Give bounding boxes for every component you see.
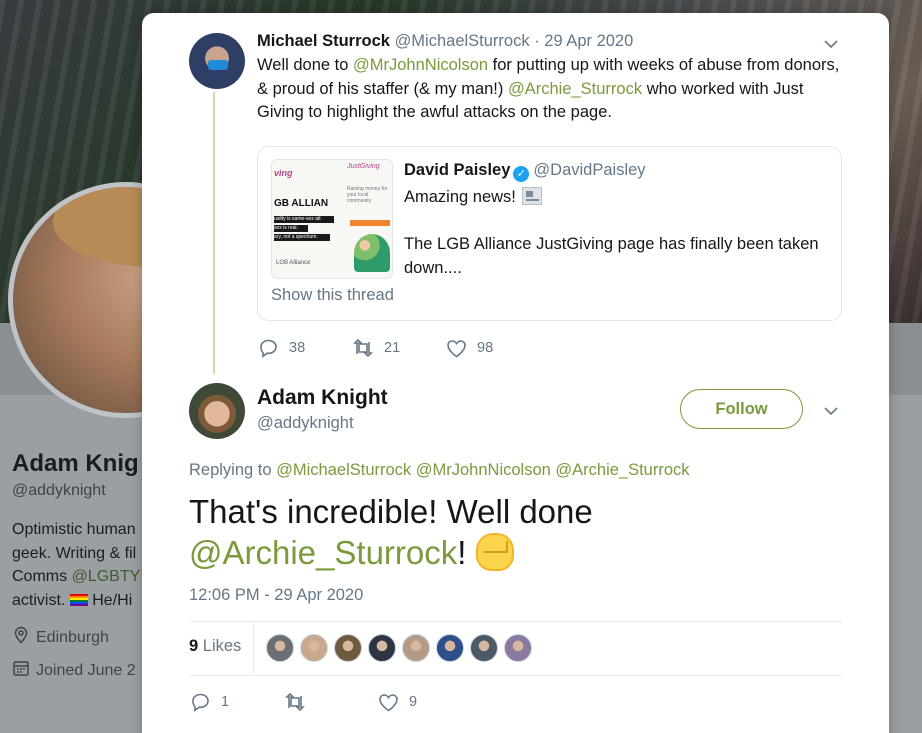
- likes-count: 9: [189, 637, 199, 655]
- quoted-tweet-image[interactable]: ving JustGiving Raising money for your l…: [271, 159, 393, 279]
- likes-label: Likes: [198, 637, 242, 655]
- likes-summary[interactable]: 9 Likes: [189, 637, 241, 656]
- meta-separator: ·: [529, 32, 545, 50]
- image-logo-text: ving: [274, 168, 293, 178]
- reply-author-handle[interactable]: @addyknight: [257, 414, 354, 433]
- newspaper-icon: [521, 187, 542, 205]
- rainbow-flag-icon: [69, 593, 88, 606]
- image-brand-text: GB ALLIAN: [274, 198, 329, 209]
- profile-bio: Optimistic human geek. Writing & fil Com…: [12, 518, 152, 612]
- liker-avatar[interactable]: [334, 634, 362, 662]
- reply-text-part: !: [457, 534, 467, 571]
- liker-avatar[interactable]: [402, 634, 430, 662]
- liker-avatar[interactable]: [368, 634, 396, 662]
- joined-text: Joined June 2: [36, 661, 136, 679]
- original-tweet-actions: 38 21 98: [258, 338, 493, 358]
- divider: [189, 621, 842, 622]
- reply-icon: [258, 338, 279, 358]
- raised-fist-emoji-icon: [476, 533, 515, 571]
- reply-text-part: That's incredible! Well done: [189, 493, 593, 530]
- image-footer: LGB Alliance: [276, 260, 311, 266]
- image-caption: Raising money for your local community: [347, 186, 388, 204]
- retweet-button[interactable]: 21: [352, 339, 446, 357]
- text-part: Well done to: [257, 56, 354, 74]
- reply-icon: [190, 692, 211, 712]
- image-bar-text: uality is same-sex att: [274, 216, 334, 223]
- original-tweet-text: Well done to @MrJohnNicolson for putting…: [257, 54, 847, 125]
- retweet-count: 21: [384, 340, 401, 356]
- bio-line: activist. He/Hi: [12, 589, 152, 613]
- original-author-name[interactable]: Michael Sturrock: [257, 32, 390, 50]
- heart-icon: [378, 693, 399, 712]
- quoted-text: Amazing news!: [404, 188, 516, 206]
- profile-handle: @addyknight: [12, 482, 106, 499]
- reply-tweet-actions: 1 9: [190, 692, 417, 712]
- quoted-author-name[interactable]: David Paisley: [404, 161, 510, 179]
- reply-tweet-text: That's incredible! Well done @Archie_Stu…: [189, 491, 709, 573]
- michael-avatar[interactable]: [189, 33, 245, 89]
- bio-line: geek. Writing & fil: [12, 544, 137, 562]
- image-illustration: [354, 234, 390, 272]
- thread-connector: [213, 92, 215, 374]
- image-bar-text: ary, not a spectrum.: [274, 234, 330, 241]
- liker-avatar[interactable]: [470, 634, 498, 662]
- quoted-text-line: Amazing news!: [404, 187, 542, 207]
- mention-link[interactable]: @Archie_Sturrock: [189, 534, 457, 571]
- reply-count: 38: [289, 340, 306, 356]
- image-orange-bar: [350, 220, 390, 226]
- calendar-icon: [12, 659, 30, 682]
- bio-pronouns: He/Hi: [87, 591, 133, 609]
- heart-icon: [446, 339, 467, 358]
- liker-avatar[interactable]: [300, 634, 328, 662]
- bio-line: Comms @LGBTY: [12, 565, 152, 589]
- bio-line-text: activist.: [12, 591, 70, 609]
- quoted-text-body: The LGB Alliance JustGiving page has fin…: [404, 235, 819, 277]
- image-logo-text: JustGiving: [347, 163, 380, 170]
- like-button[interactable]: 9: [378, 693, 417, 712]
- likes-separator: [253, 622, 254, 674]
- location-pin-icon: [12, 626, 30, 649]
- reply-button[interactable]: 38: [258, 338, 352, 358]
- location-text: Edinburgh: [36, 628, 109, 646]
- replying-mentions[interactable]: @MichaelSturrock @MrJohnNicolson @Archie…: [276, 461, 689, 479]
- bio-link[interactable]: @LGBTY: [72, 568, 141, 585]
- reply-count: 1: [221, 694, 230, 710]
- original-author-handle[interactable]: @MichaelSturrock: [395, 32, 530, 50]
- verified-badge-icon: ✓: [513, 166, 530, 182]
- chevron-down-icon[interactable]: [823, 403, 839, 419]
- like-button[interactable]: 98: [446, 339, 493, 358]
- reply-button[interactable]: 1: [190, 692, 284, 712]
- liker-avatar[interactable]: [504, 634, 532, 662]
- replying-to: Replying to @MichaelSturrock @MrJohnNico…: [189, 461, 690, 480]
- bio-line: Optimistic human: [12, 521, 136, 538]
- image-bar-text: sex is real.: [274, 225, 308, 232]
- profile-location: Edinburgh: [12, 626, 109, 649]
- liker-avatar[interactable]: [436, 634, 464, 662]
- original-date[interactable]: 29 Apr 2020: [544, 32, 633, 50]
- replying-label: Replying to: [189, 461, 277, 479]
- profile-name: Adam Knig: [12, 450, 139, 477]
- liker-avatar[interactable]: [266, 634, 294, 662]
- likers-avatars: [266, 634, 532, 662]
- quoted-tweet-card[interactable]: ving JustGiving Raising money for your l…: [257, 146, 842, 321]
- mention-link[interactable]: @MrJohnNicolson: [353, 56, 488, 74]
- like-count: 9: [409, 694, 418, 710]
- adam-avatar[interactable]: [189, 383, 245, 439]
- original-tweet-header: Michael Sturrock @MichaelSturrock · 29 A…: [257, 32, 633, 51]
- retweet-button[interactable]: [284, 693, 378, 711]
- profile-joined: Joined June 2: [12, 659, 136, 682]
- show-thread-link[interactable]: Show this thread: [271, 286, 394, 305]
- reply-author-name[interactable]: Adam Knight: [257, 386, 388, 410]
- chevron-down-icon[interactable]: [823, 36, 839, 52]
- bio-line-text: Comms: [12, 568, 72, 585]
- quoted-author-handle[interactable]: @DavidPaisley: [533, 161, 645, 179]
- retweet-icon: [352, 339, 374, 357]
- like-count: 98: [477, 340, 494, 356]
- divider: [189, 675, 842, 676]
- mention-link[interactable]: @Archie_Sturrock: [508, 80, 642, 98]
- quoted-header: David Paisley ✓ @DavidPaisley: [404, 161, 646, 182]
- retweet-icon: [284, 693, 306, 711]
- reply-timestamp[interactable]: 12:06 PM - 29 Apr 2020: [189, 586, 363, 605]
- follow-button[interactable]: Follow: [680, 389, 803, 429]
